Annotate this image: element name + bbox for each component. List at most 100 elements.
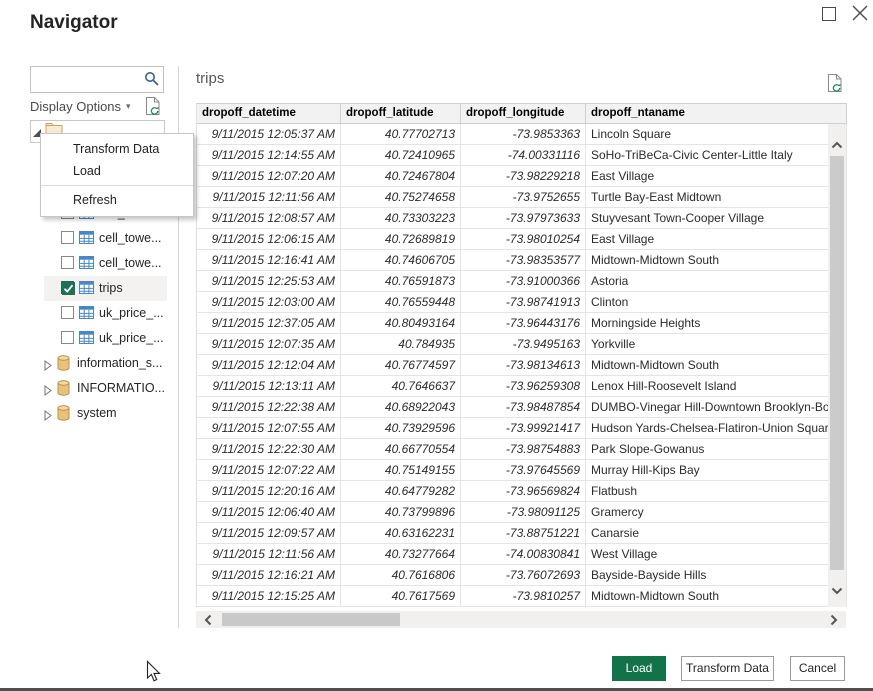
scroll-right-icon[interactable] — [830, 613, 838, 631]
table-row: 9/11/2015 12:37:05 AM40.80493164-73.9644… — [197, 313, 847, 334]
column-header-dropoff-datetime[interactable]: dropoff_datetime — [197, 104, 341, 123]
search-input[interactable] — [35, 69, 143, 90]
table-row: 9/11/2015 12:11:56 AM40.75274658-73.9752… — [197, 187, 847, 208]
cell-dropoff-latitude: 40.76774597 — [341, 355, 461, 375]
cell-dropoff-datetime: 9/11/2015 12:11:56 AM — [197, 187, 341, 207]
table-row: 9/11/2015 12:11:56 AM40.73277664-74.0083… — [197, 544, 847, 565]
cell-dropoff-latitude: 40.73303223 — [341, 208, 461, 228]
cell-dropoff-longitude: -73.91000366 — [461, 271, 586, 291]
cell-dropoff-latitude: 40.784935 — [341, 334, 461, 354]
cell-dropoff-ntaname: Yorkville — [586, 334, 847, 354]
cell-dropoff-longitude: -73.98134613 — [461, 355, 586, 375]
cell-dropoff-ntaname: Murray Hill-Kips Bay — [586, 460, 847, 480]
scroll-up-icon[interactable] — [831, 136, 843, 154]
refresh-preview-icon[interactable] — [826, 73, 844, 98]
cell-dropoff-ntaname: Turtle Bay-East Midtown — [586, 187, 847, 207]
checkbox[interactable] — [61, 231, 74, 244]
cell-dropoff-datetime: 9/11/2015 12:15:25 AM — [197, 586, 341, 606]
tree-item-cell-towe[interactable]: cell_towe... — [44, 226, 167, 251]
scroll-down-icon[interactable] — [831, 582, 843, 600]
horizontal-scrollbar[interactable] — [196, 611, 846, 628]
table-row: 9/11/2015 12:25:53 AM40.76591873-73.9100… — [197, 271, 847, 292]
table-row: 9/11/2015 12:08:57 AM40.73303223-73.9797… — [197, 208, 847, 229]
horizontal-scroll-thumb[interactable] — [222, 613, 400, 626]
load-button[interactable]: Load — [612, 656, 666, 681]
tree-item-system[interactable]: system — [44, 401, 167, 426]
cell-dropoff-latitude: 40.68922043 — [341, 397, 461, 417]
tree-item-informatio[interactable]: INFORMATIO... — [44, 376, 167, 401]
cancel-button[interactable]: Cancel — [790, 656, 845, 681]
cell-dropoff-latitude: 40.73277664 — [341, 544, 461, 564]
checkbox[interactable] — [61, 281, 74, 294]
cell-dropoff-latitude: 40.76591873 — [341, 271, 461, 291]
cell-dropoff-latitude: 40.77702713 — [341, 124, 461, 144]
column-header-dropoff-ntaname[interactable]: dropoff_ntaname — [586, 104, 847, 123]
search-box[interactable] — [30, 66, 164, 93]
cell-dropoff-longitude: -73.97645569 — [461, 460, 586, 480]
cell-dropoff-longitude: -74.00331116 — [461, 145, 586, 165]
transform-data-button[interactable]: Transform Data — [681, 656, 774, 681]
tree-item-label: INFORMATIO... — [77, 381, 165, 395]
preview-title: trips — [196, 70, 224, 87]
vertical-scroll-thumb[interactable] — [830, 156, 844, 570]
cell-dropoff-datetime: 9/11/2015 12:09:57 AM — [197, 523, 341, 543]
table-row: 9/11/2015 12:09:57 AM40.63162231-73.8875… — [197, 523, 847, 544]
close-icon[interactable] — [851, 4, 869, 22]
cell-dropoff-longitude: -74.00830841 — [461, 544, 586, 564]
cell-dropoff-ntaname: SoHo-TriBeCa-Civic Center-Little Italy — [586, 145, 847, 165]
refresh-schema-icon[interactable] — [144, 96, 162, 121]
cell-dropoff-longitude: -73.98754883 — [461, 439, 586, 459]
table-row: 9/11/2015 12:12:04 AM40.76774597-73.9813… — [197, 355, 847, 376]
cell-dropoff-ntaname: Lenox Hill-Roosevelt Island — [586, 376, 847, 396]
cell-dropoff-longitude: -73.98091125 — [461, 502, 586, 522]
column-header-dropoff-latitude[interactable]: dropoff_latitude — [341, 104, 461, 123]
cell-dropoff-ntaname: Midtown-Midtown South — [586, 355, 847, 375]
table-header-row: dropoff_datetimedropoff_latitudedropoff_… — [197, 103, 847, 124]
scroll-left-icon[interactable] — [204, 613, 212, 631]
cell-dropoff-longitude: -73.98229218 — [461, 166, 586, 186]
cell-dropoff-ntaname: Astoria — [586, 271, 847, 291]
cell-dropoff-datetime: 9/11/2015 12:07:35 AM — [197, 334, 341, 354]
cell-dropoff-longitude: -73.96259308 — [461, 376, 586, 396]
table-row: 9/11/2015 12:22:30 AM40.66770554-73.9875… — [197, 439, 847, 460]
cell-dropoff-latitude: 40.63162231 — [341, 523, 461, 543]
cell-dropoff-latitude: 40.74606705 — [341, 250, 461, 270]
table-icon — [79, 281, 94, 299]
menu-item-load[interactable]: Load — [41, 160, 193, 182]
tree-item-trips[interactable]: trips — [44, 276, 167, 301]
cell-dropoff-datetime: 9/11/2015 12:13:11 AM — [197, 376, 341, 396]
expand-arrow-icon[interactable] — [44, 383, 52, 401]
checkbox[interactable] — [61, 256, 74, 269]
cell-dropoff-datetime: 9/11/2015 12:25:53 AM — [197, 271, 341, 291]
tree-item-information-s[interactable]: information_s... — [44, 351, 167, 376]
table-row: 9/11/2015 12:13:11 AM40.7646637-73.96259… — [197, 376, 847, 397]
display-options-label: Display Options — [30, 99, 121, 114]
cell-dropoff-latitude: 40.7617569 — [341, 586, 461, 606]
expand-arrow-icon[interactable] — [44, 408, 52, 426]
cell-dropoff-longitude: -73.98487854 — [461, 397, 586, 417]
expand-arrow-icon[interactable] — [44, 358, 52, 376]
table-icon — [79, 306, 94, 324]
search-icon[interactable] — [144, 71, 160, 92]
display-options-dropdown[interactable]: Display Options▾ — [30, 99, 131, 114]
database-icon — [57, 355, 70, 376]
menu-item-transform-data[interactable]: Transform Data — [41, 138, 193, 160]
tree-item-cell-towe[interactable]: cell_towe... — [44, 251, 167, 276]
context-menu: Transform DataLoad Refresh — [40, 133, 194, 217]
cell-dropoff-datetime: 9/11/2015 12:16:21 AM — [197, 565, 341, 585]
table-row: 9/11/2015 12:15:25 AM40.7617569-73.98102… — [197, 586, 847, 607]
column-header-dropoff-longitude[interactable]: dropoff_longitude — [461, 104, 586, 123]
cell-dropoff-longitude: -73.98353577 — [461, 250, 586, 270]
maximize-icon[interactable] — [822, 7, 836, 21]
cell-dropoff-longitude: -73.96443176 — [461, 313, 586, 333]
tree-item-uk-price[interactable]: uk_price_... — [44, 301, 167, 326]
data-preview-table: dropoff_datetimedropoff_latitudedropoff_… — [196, 103, 847, 607]
checkbox[interactable] — [61, 331, 74, 344]
cell-dropoff-latitude: 40.73799896 — [341, 502, 461, 522]
table-row: 9/11/2015 12:07:35 AM40.784935-73.949516… — [197, 334, 847, 355]
tree-item-uk-price[interactable]: uk_price_... — [44, 326, 167, 351]
menu-item-refresh[interactable]: Refresh — [41, 189, 193, 211]
navigator-tree: cell_towe...cell_towe...cell_towe...trip… — [44, 201, 167, 426]
vertical-scrollbar[interactable] — [828, 124, 846, 607]
checkbox[interactable] — [61, 306, 74, 319]
